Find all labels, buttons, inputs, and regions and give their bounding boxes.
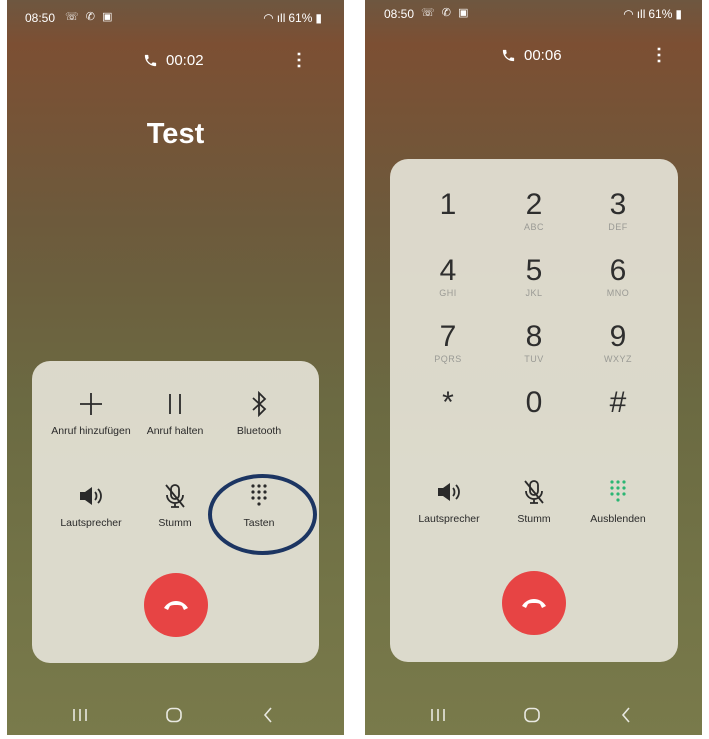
home-icon[interactable] [517, 703, 547, 727]
call-duration: 00:06 [524, 47, 562, 64]
phone-icon [502, 49, 515, 62]
notification-icons: ☏ ✆ ▣ [421, 7, 471, 19]
key-6[interactable]: 6 MNO [578, 255, 658, 299]
key-3[interactable]: 3 DEF [578, 189, 658, 233]
pause-icon [169, 394, 181, 414]
add-call-label: Anruf hinzufügen [51, 425, 131, 437]
call-controls-panel: Anruf hinzufügen Anruf halten Bluetooth … [32, 361, 319, 663]
battery-level: 61% [648, 7, 673, 21]
battery-level: 61% [288, 11, 313, 25]
key-0[interactable]: 0 [494, 387, 574, 431]
battery-icon: ▮ [675, 7, 682, 21]
bluetooth-button[interactable]: Bluetooth [214, 387, 304, 438]
mute-button[interactable]: Stumm [130, 479, 220, 530]
speaker-icon [80, 487, 102, 505]
hide-keypad-button[interactable]: Ausblenden [573, 475, 663, 526]
status-time: 08:50 [25, 11, 56, 25]
signal-icon: ıll [636, 7, 646, 21]
end-call-button[interactable] [502, 571, 566, 635]
mute-button[interactable]: Stumm [489, 475, 579, 526]
notification-icons: ☏ ✆ ▣ [65, 11, 115, 23]
hold-call-button[interactable]: Anruf halten [130, 387, 220, 438]
bluetooth-label: Bluetooth [236, 425, 282, 437]
mute-label: Stumm [517, 513, 551, 525]
wifi-icon: ◠ [623, 7, 634, 21]
mute-label: Stumm [158, 517, 192, 529]
mic-off-icon [165, 484, 185, 508]
key-2[interactable]: 2 ABC [494, 189, 574, 233]
more-options-icon[interactable]: ⋯ [649, 46, 669, 64]
navigation-bar [365, 699, 702, 735]
dialpad-panel: 1 2 ABC 3 DEF 4 GHI 5 JKL 6 MNO 7 PQRS 8 TUV 9W… [390, 159, 678, 662]
recent-apps-icon[interactable] [65, 703, 95, 727]
key-5[interactable]: 5 JKL [494, 255, 574, 299]
more-options-icon[interactable]: ⋯ [289, 51, 309, 69]
signal-icon: ıll [276, 11, 286, 25]
hide-keypad-label: Ausblenden [590, 513, 646, 525]
navigation-bar [7, 699, 344, 735]
battery-icon: ▮ [315, 11, 322, 25]
status-bar: 08:50 ☏ ✆ ▣ ◠ ıll 61% ▮ [365, 7, 702, 28]
key-hash[interactable]: # [578, 387, 658, 431]
end-call-icon [164, 601, 188, 610]
speaker-icon [438, 483, 460, 501]
call-screen-right: 08:50 ☏ ✆ ▣ ◠ ıll 61% ▮ 00:06 ⋯ 1 2 ABC 3 DEF… [365, 0, 702, 735]
keypad-icon [610, 480, 626, 502]
call-duration: 00:02 [166, 52, 204, 69]
end-call-icon [522, 599, 546, 608]
key-9[interactable]: 9 WXYZ [578, 321, 658, 365]
recent-apps-icon[interactable] [423, 703, 453, 727]
plus-icon [80, 393, 102, 415]
call-timer: 00:02 [143, 52, 204, 69]
call-timer: 00:06 [501, 47, 562, 64]
add-call-button[interactable]: Anruf hinzufügen [46, 387, 136, 438]
wifi-icon: ◠ [263, 11, 274, 25]
key-1[interactable]: 1 [408, 189, 488, 233]
status-time: 08:50 [384, 7, 415, 21]
status-bar: 08:50 ☏ ✆ ▣ ◠ ıll 61% ▮ [7, 8, 344, 28]
speaker-button[interactable]: Lautsprecher [404, 475, 494, 526]
key-star[interactable]: * [408, 387, 488, 431]
back-icon[interactable] [253, 703, 283, 727]
keypad-highlight-circle [208, 474, 317, 555]
call-screen-left: 08:50 ☏ ✆ ▣ ◠ ıll 61% ▮ 00:02 ⋯ Test Anruf … [7, 0, 344, 735]
home-icon[interactable] [159, 703, 189, 727]
phone-icon [144, 54, 157, 67]
speaker-button[interactable]: Lautsprecher [46, 479, 136, 530]
speaker-label: Lautsprecher [418, 513, 480, 525]
hold-call-label: Anruf halten [146, 425, 204, 437]
mic-off-icon [524, 480, 544, 504]
contact-name: Test [146, 118, 205, 150]
key-8[interactable]: 8 TUV [494, 321, 574, 365]
key-4[interactable]: 4 GHI [408, 255, 488, 299]
key-7[interactable]: 7 PQRS [408, 321, 488, 365]
speaker-label: Lautsprecher [60, 517, 122, 529]
back-icon[interactable] [611, 703, 641, 727]
bluetooth-icon [252, 391, 267, 417]
end-call-button[interactable] [144, 573, 208, 637]
